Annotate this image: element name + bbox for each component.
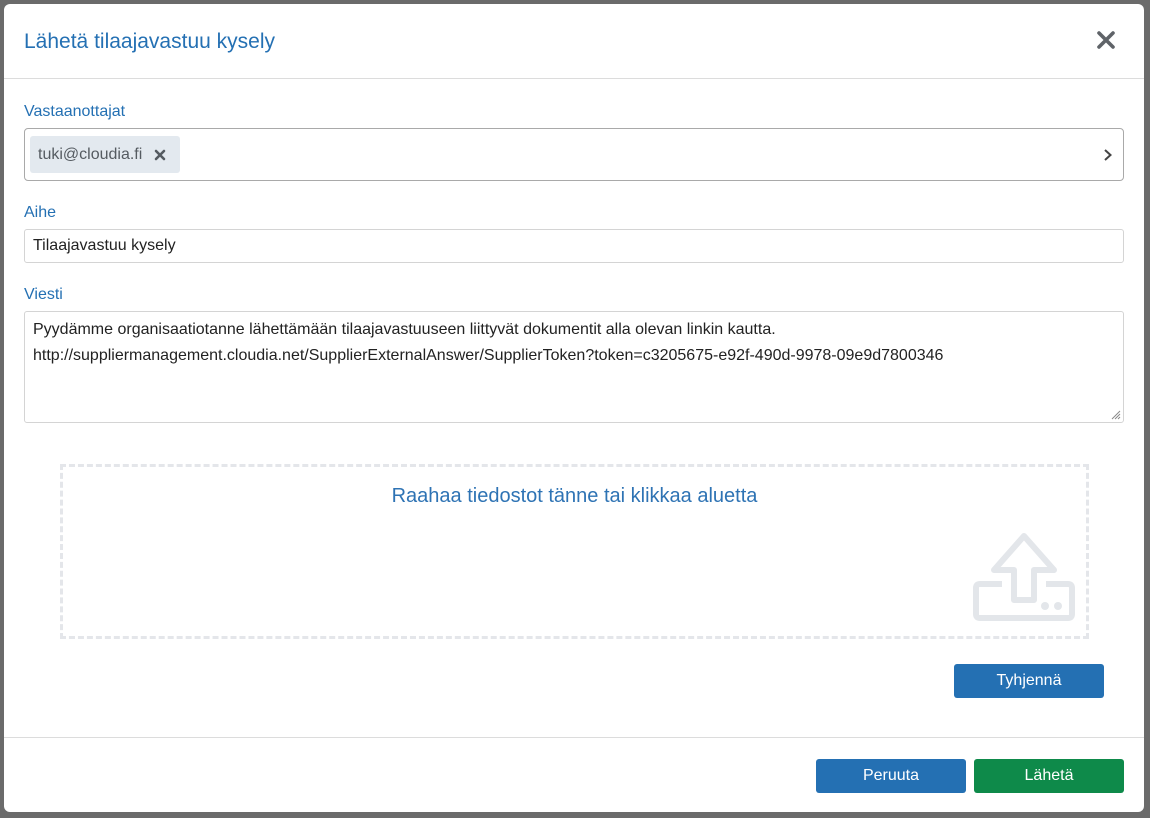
subject-input[interactable]: Tilaajavastuu kysely [24,229,1124,263]
message-line: Pyydämme organisaatiotanne lähettämään t… [33,321,776,338]
message-label: Viesti [24,286,63,303]
dialog-title: Lähetä tilaajavastuu kysely [24,30,275,53]
send-inquiry-dialog: Lähetä tilaajavastuu kysely Vastaanottaj… [4,4,1144,812]
file-dropzone[interactable]: Raahaa tiedostot tänne tai klikkaa aluet… [60,464,1089,639]
subject-label: Aihe [24,204,57,221]
recipients-label: Vastaanottajat [24,103,126,120]
clear-button[interactable]: Tyhjennä [954,664,1104,698]
resize-handle-icon[interactable] [1109,408,1121,420]
close-icon [154,149,166,160]
message-line: http://suppliermanagement.cloudia.net/Su… [33,347,944,364]
recipients-field[interactable]: tuki@cloudia.fi [24,128,1124,181]
close-icon [1097,31,1115,49]
recipients-dropdown-toggle[interactable] [1103,148,1113,162]
dropzone-text: Raahaa tiedostot tänne tai klikkaa aluet… [391,485,758,507]
close-button[interactable] [1094,28,1118,52]
upload-icon [973,533,1075,621]
message-textarea[interactable]: Pyydämme organisaatiotanne lähettämään t… [24,311,1124,423]
cancel-button[interactable]: Peruuta [816,759,966,793]
dialog-footer [4,737,1144,812]
chevron-right-icon [1104,149,1112,161]
dialog-header: Lähetä tilaajavastuu kysely [4,4,1144,79]
recipient-chip: tuki@cloudia.fi [30,136,181,173]
send-button[interactable]: Lähetä [974,759,1124,793]
recipient-chip-label: tuki@cloudia.fi [38,145,143,163]
remove-recipient-button[interactable] [154,149,166,161]
